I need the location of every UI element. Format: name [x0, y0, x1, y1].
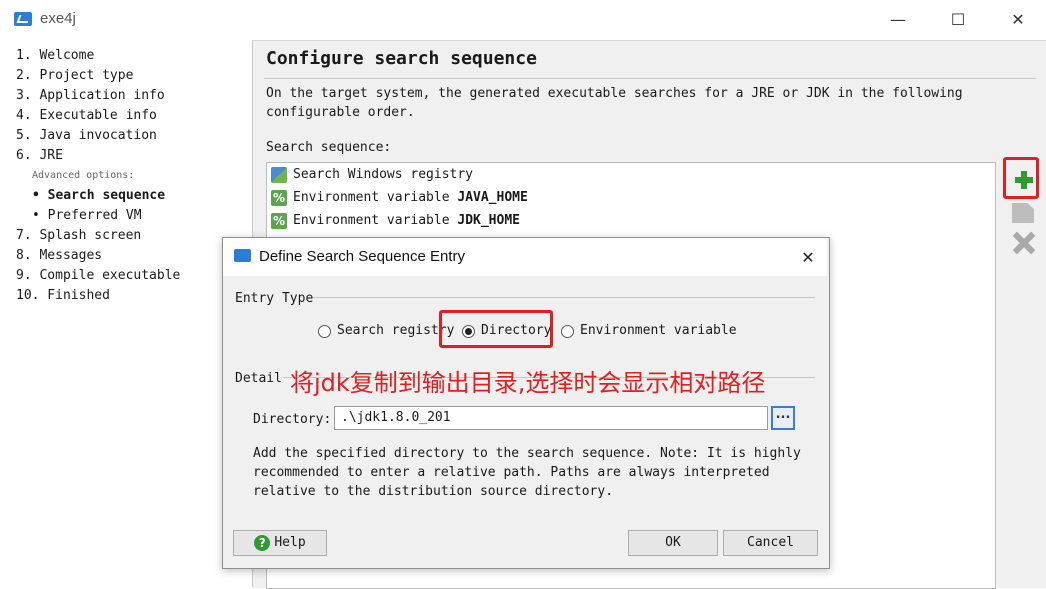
page-title: Configure search sequence: [266, 48, 537, 69]
delete-icon[interactable]: [1011, 230, 1037, 256]
directory-highlight-frame: [439, 310, 553, 348]
radio-environment-variable[interactable]: [561, 325, 574, 338]
define-entry-dialog: [222, 237, 830, 569]
radio-environment-variable-label[interactable]: Environment variable: [580, 323, 737, 338]
list-item[interactable]: Search Windows registry: [271, 165, 473, 185]
step-executable-info[interactable]: 4. Executable info: [16, 108, 157, 123]
radio-search-registry-label[interactable]: Search registry: [337, 323, 454, 338]
entry-type-legend: Entry Type: [235, 291, 314, 306]
step-finished[interactable]: 10. Finished: [16, 288, 110, 303]
help-icon: ?: [254, 534, 271, 551]
list-item-label: Environment variable: [293, 190, 458, 205]
title-divider: [264, 78, 1036, 79]
close-button[interactable]: ✕: [998, 8, 1038, 32]
env-variable-icon: [271, 211, 287, 231]
minimize-button[interactable]: —: [878, 8, 918, 32]
browse-button[interactable]: ...: [771, 406, 795, 430]
list-item-label: Environment variable: [293, 213, 458, 228]
page-description: On the target system, the generated exec…: [266, 86, 963, 120]
detail-legend: Detail: [235, 371, 282, 386]
cancel-button[interactable]: Cancel: [723, 530, 818, 556]
app-icon: [14, 12, 32, 26]
add-icon[interactable]: [1014, 170, 1034, 190]
directory-label: Directory:: [253, 412, 332, 427]
entry-type-divider: [313, 297, 815, 298]
step-jre[interactable]: 6. JRE: [16, 148, 63, 163]
window-title: exe4j: [40, 10, 76, 27]
step-java-invocation[interactable]: 5. Java invocation: [16, 128, 157, 143]
ok-button[interactable]: OK: [628, 530, 718, 556]
env-variable-icon: [271, 188, 287, 208]
list-item[interactable]: Environment variable JDK_HOME: [271, 211, 520, 231]
dialog-close-button[interactable]: ✕: [796, 246, 820, 270]
step-compile-executable[interactable]: 9. Compile executable: [16, 268, 180, 283]
radio-search-registry[interactable]: [318, 325, 331, 338]
step-welcome[interactable]: 1. Welcome: [16, 48, 94, 63]
wizard-steps: 1. Welcome 2. Project type 3. Applicatio…: [0, 40, 253, 587]
step-project-type[interactable]: 2. Project type: [16, 68, 133, 83]
registry-icon: [271, 166, 287, 183]
step-messages[interactable]: 8. Messages: [16, 248, 102, 263]
advanced-options-label: Advanced options:: [32, 170, 135, 181]
step-search-sequence[interactable]: • Search sequence: [32, 188, 165, 203]
annotation-text: 将jdk复制到输出目录,选择时会显示相对路径: [290, 369, 766, 397]
directory-input[interactable]: .\jdk1.8.0_201: [334, 406, 768, 430]
app-icon: [234, 249, 251, 262]
step-preferred-vm[interactable]: • Preferred VM: [32, 208, 142, 223]
step-application-info[interactable]: 3. Application info: [16, 88, 165, 103]
list-item-value: JAVA_HOME: [457, 190, 528, 205]
help-button[interactable]: ? Help: [233, 530, 327, 556]
list-item[interactable]: Environment variable JAVA_HOME: [271, 188, 528, 208]
list-item-label: Search Windows registry: [293, 167, 474, 182]
step-splash-screen[interactable]: 7. Splash screen: [16, 228, 141, 243]
directory-help-text: Add the specified directory to the searc…: [253, 446, 801, 499]
maximize-button[interactable]: ☐: [938, 8, 978, 32]
edit-icon[interactable]: [1012, 203, 1034, 223]
help-button-label: Help: [274, 535, 306, 550]
list-item-value: JDK_HOME: [457, 213, 520, 228]
search-sequence-label: Search sequence:: [266, 140, 392, 155]
dialog-title: Define Search Sequence Entry: [259, 248, 465, 265]
